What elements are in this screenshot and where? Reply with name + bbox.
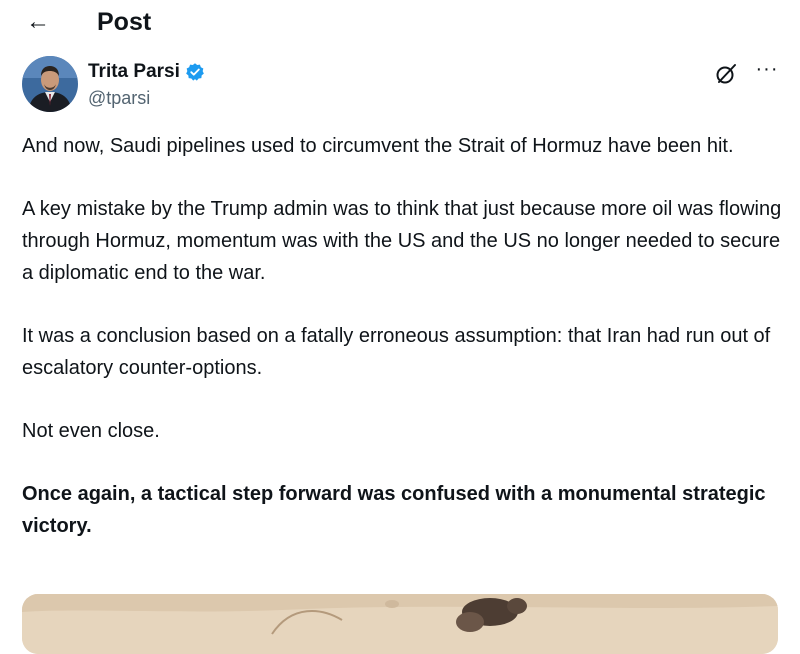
name-row: Trita Parsi <box>88 59 205 85</box>
post-paragraph: Not even close. <box>22 420 160 442</box>
post-paragraph: And now, Saudi pipelines used to circumv… <box>22 135 734 157</box>
back-arrow-icon[interactable]: ← <box>20 6 56 38</box>
post-paragraph-bold: Once again, a tactical step forward was … <box>22 483 766 537</box>
more-options-icon[interactable]: ··· <box>752 58 782 86</box>
avatar[interactable] <box>22 56 78 112</box>
profile-photo-icon <box>22 56 78 112</box>
post-paragraph: It was a conclusion based on a fatally e… <box>22 325 771 379</box>
attached-photo-icon <box>22 594 778 654</box>
post-header: ← Post <box>0 0 800 46</box>
verified-badge-icon <box>186 63 204 81</box>
page-title: Post <box>97 8 152 36</box>
user-handle[interactable]: @tparsi <box>88 88 150 109</box>
post-media-image[interactable] <box>22 594 778 654</box>
grok-icon[interactable] <box>714 62 738 86</box>
post-paragraph: A key mistake by the Trump admin was to … <box>22 198 782 284</box>
post-author: Trita Parsi @tparsi ··· <box>22 56 782 112</box>
post-text: And now, Saudi pipelines used to circumv… <box>22 130 782 542</box>
display-name[interactable]: Trita Parsi <box>88 61 180 83</box>
